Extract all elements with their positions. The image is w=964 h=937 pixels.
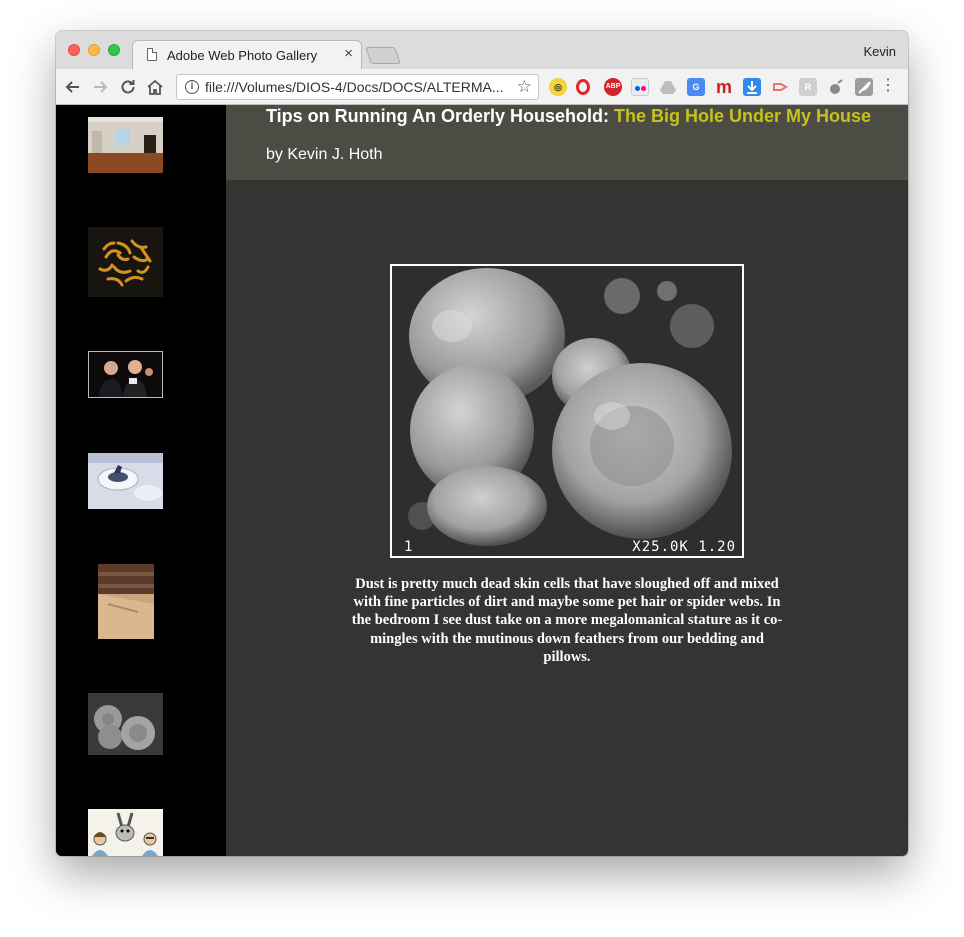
minimize-window-button[interactable] bbox=[88, 44, 100, 56]
reload-icon[interactable] bbox=[117, 76, 139, 98]
arrow-extension-icon[interactable] bbox=[771, 78, 789, 96]
drive-extension-icon[interactable] bbox=[659, 78, 677, 96]
dust-photo: 1 X25.0K 1.20 bbox=[390, 264, 744, 558]
glasses-extension-icon[interactable]: ◎ bbox=[549, 78, 567, 96]
address-bar[interactable]: i file:///Volumes/DIOS-4/Docs/DOCS/ALTER… bbox=[176, 74, 539, 100]
tab-title: Adobe Web Photo Gallery bbox=[167, 48, 318, 63]
adblock-extension-icon[interactable]: ABP bbox=[604, 78, 622, 96]
new-tab-button[interactable] bbox=[365, 47, 401, 64]
scale-marker-left: 1 bbox=[404, 539, 414, 555]
info-icon[interactable]: i bbox=[185, 80, 199, 94]
back-arrow-icon[interactable] bbox=[62, 76, 84, 98]
download-extension-icon[interactable] bbox=[743, 78, 761, 96]
m-extension-icon[interactable]: m bbox=[715, 78, 733, 96]
r-extension-icon[interactable]: R bbox=[799, 78, 817, 96]
browser-toolbar: i file:///Volumes/DIOS-4/Docs/DOCS/ALTER… bbox=[56, 69, 908, 105]
url-text[interactable]: file:///Volumes/DIOS-4/Docs/DOCS/ALTERMA… bbox=[205, 79, 510, 95]
scale-marker-right: X25.0K 1.20 bbox=[632, 539, 736, 555]
profile-name[interactable]: Kevin bbox=[863, 44, 896, 59]
tab-strip: Adobe Web Photo Gallery × Kevin bbox=[56, 31, 908, 70]
page-title: Tips on Running An Orderly Household: Th… bbox=[266, 106, 871, 127]
title-prefix: Tips on Running An Orderly Household: bbox=[266, 106, 614, 126]
menu-kebab-icon[interactable]: ⋮ bbox=[880, 76, 896, 96]
tab-active[interactable]: Adobe Web Photo Gallery × bbox=[132, 40, 362, 70]
byline: by Kevin J. Hoth bbox=[266, 146, 383, 163]
dust-thumbnail[interactable] bbox=[88, 693, 163, 755]
people-thumbnail[interactable] bbox=[88, 351, 163, 398]
forward-arrow-icon[interactable] bbox=[89, 76, 111, 98]
snow-hole-thumbnail[interactable] bbox=[88, 453, 163, 509]
article-header: Tips on Running An Orderly Household: Th… bbox=[226, 105, 908, 180]
room-thumbnail[interactable] bbox=[88, 117, 163, 173]
worms-thumbnail[interactable] bbox=[88, 227, 163, 297]
close-tab-icon[interactable]: × bbox=[344, 46, 353, 62]
satellite-extension-icon[interactable] bbox=[827, 78, 845, 96]
title-highlight: The Big Hole Under My House bbox=[614, 106, 872, 126]
feather-extension-icon[interactable] bbox=[855, 78, 873, 96]
close-window-button[interactable] bbox=[68, 44, 80, 56]
bookmark-star-icon[interactable]: ☆ bbox=[517, 77, 532, 97]
zoom-window-button[interactable] bbox=[108, 44, 120, 56]
document-icon bbox=[147, 48, 157, 61]
page-content: Tips on Running An Orderly Household: Th… bbox=[56, 105, 908, 856]
bunny-cartoon-thumbnail[interactable] bbox=[88, 809, 163, 856]
thumbnail-sidebar bbox=[56, 105, 226, 856]
home-icon[interactable] bbox=[144, 76, 166, 98]
brick-corner-thumbnail[interactable] bbox=[98, 564, 154, 639]
photo-caption: Dust is pretty much dead skin cells that… bbox=[351, 576, 783, 665]
opera-extension-icon[interactable] bbox=[576, 79, 590, 95]
browser-window: Adobe Web Photo Gallery × Kevin i file:/… bbox=[56, 31, 908, 856]
translate-extension-icon[interactable]: G bbox=[687, 78, 705, 96]
flickr-extension-icon[interactable] bbox=[631, 78, 649, 96]
